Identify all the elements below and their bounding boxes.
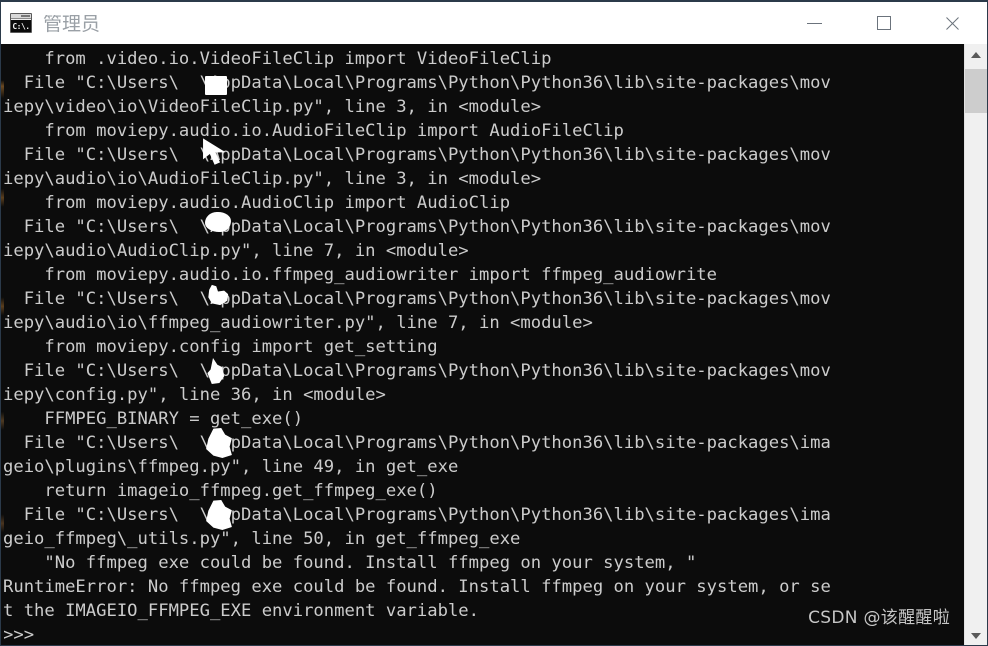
console-line: from moviepy.audio.io.AudioFileClip impo… — [3, 121, 624, 141]
console-line: return imageio_ffmpeg.get_ffmpeg_exe() — [3, 481, 438, 501]
console-line: "No ffmpeg exe could be found. Install f… — [3, 553, 697, 573]
csdn-watermark: CSDN @该醒醒啦 — [808, 608, 950, 628]
cmd-prompt-icon: C:\. — [10, 13, 32, 33]
console-left-edge-artifact — [1, 44, 4, 645]
window-title: 管理员 — [43, 14, 101, 34]
console-line: geio\plugins\ffmpeg.py", line 49, in get… — [3, 457, 459, 477]
maximize-button[interactable] — [849, 2, 918, 44]
title-bar[interactable]: C:\. 管理员 — [1, 2, 987, 44]
console-line: File "C:\Users\ \AppData\Local\Programs\… — [3, 145, 831, 165]
scrollbar-track[interactable] — [965, 66, 987, 625]
console-line: File "C:\Users\ \AppData\Local\Programs\… — [3, 73, 831, 93]
close-icon — [944, 15, 961, 32]
window-controls — [780, 2, 987, 44]
console-line: iepy\audio\AudioClip.py", line 7, in <mo… — [3, 241, 469, 261]
console-line: File "C:\Users\ \AppData\Local\Programs\… — [3, 289, 831, 309]
console-line: FFMPEG_BINARY = get_exe() — [3, 409, 304, 429]
scrollbar-thumb[interactable] — [965, 69, 987, 113]
vertical-scrollbar[interactable] — [964, 44, 987, 645]
console-line: File "C:\Users\ \AppData\Local\Programs\… — [3, 217, 831, 237]
console-line: RuntimeError: No ffmpeg exe could be fou… — [3, 577, 831, 597]
console-line: geio_ffmpeg\_utils.py", line 50, in get_… — [3, 529, 521, 549]
scroll-down-button[interactable] — [965, 625, 987, 645]
console-line: iepy\audio\io\AudioFileClip.py", line 3,… — [3, 169, 542, 189]
console-line: iepy\video\io\VideoFileClip.py", line 3,… — [3, 97, 542, 117]
minimize-icon — [807, 22, 822, 24]
chevron-down-icon — [971, 633, 981, 639]
console-window: C:\. 管理员 from .video.io.VideoFileClip im… — [0, 0, 988, 646]
title-bar-left: C:\. 管理员 — [1, 2, 780, 44]
scroll-up-button[interactable] — [965, 44, 987, 66]
chevron-up-icon — [971, 52, 981, 58]
maximize-icon — [876, 16, 891, 30]
close-button[interactable] — [918, 2, 987, 44]
console-line: from moviepy.audio.io.ffmpeg_audiowriter… — [3, 265, 717, 285]
console-line: File "C:\Users\ \AppData\Local\Programs\… — [3, 505, 831, 525]
console-line: from .video.io.VideoFileClip import Vide… — [3, 49, 552, 69]
console-line: from moviepy.audio.AudioClip import Audi… — [3, 193, 511, 213]
console-line: iepy\config.py", line 36, in <module> — [3, 385, 386, 405]
console-line: File "C:\Users\ \AppData\Local\Programs\… — [3, 433, 831, 453]
console-line: from moviepy.config import get_setting — [3, 337, 438, 357]
cmd-icon-screen: C:\. — [11, 20, 31, 32]
console-output-area[interactable]: from .video.io.VideoFileClip import Vide… — [2, 44, 966, 645]
console-line: iepy\audio\io\ffmpeg_audiowriter.py", li… — [3, 313, 593, 333]
minimize-button[interactable] — [780, 2, 849, 44]
console-line: File "C:\Users\ \AppData\Local\Programs\… — [3, 361, 831, 381]
console-text: from .video.io.VideoFileClip import Vide… — [2, 44, 966, 645]
cmd-icon-titlestrip — [11, 14, 31, 19]
